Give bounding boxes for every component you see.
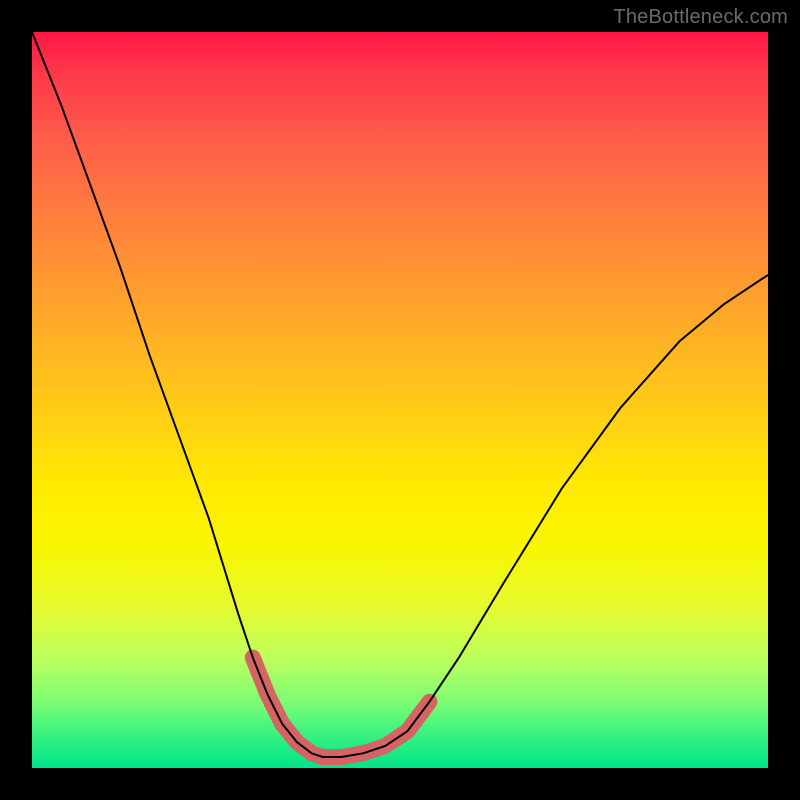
bottleneck-highlight: [253, 658, 430, 757]
watermark-text: TheBottleneck.com: [613, 6, 788, 29]
chart-frame: TheBottleneck.com: [0, 0, 800, 800]
chart-overlay: [32, 32, 768, 768]
curve-line: [32, 32, 768, 757]
